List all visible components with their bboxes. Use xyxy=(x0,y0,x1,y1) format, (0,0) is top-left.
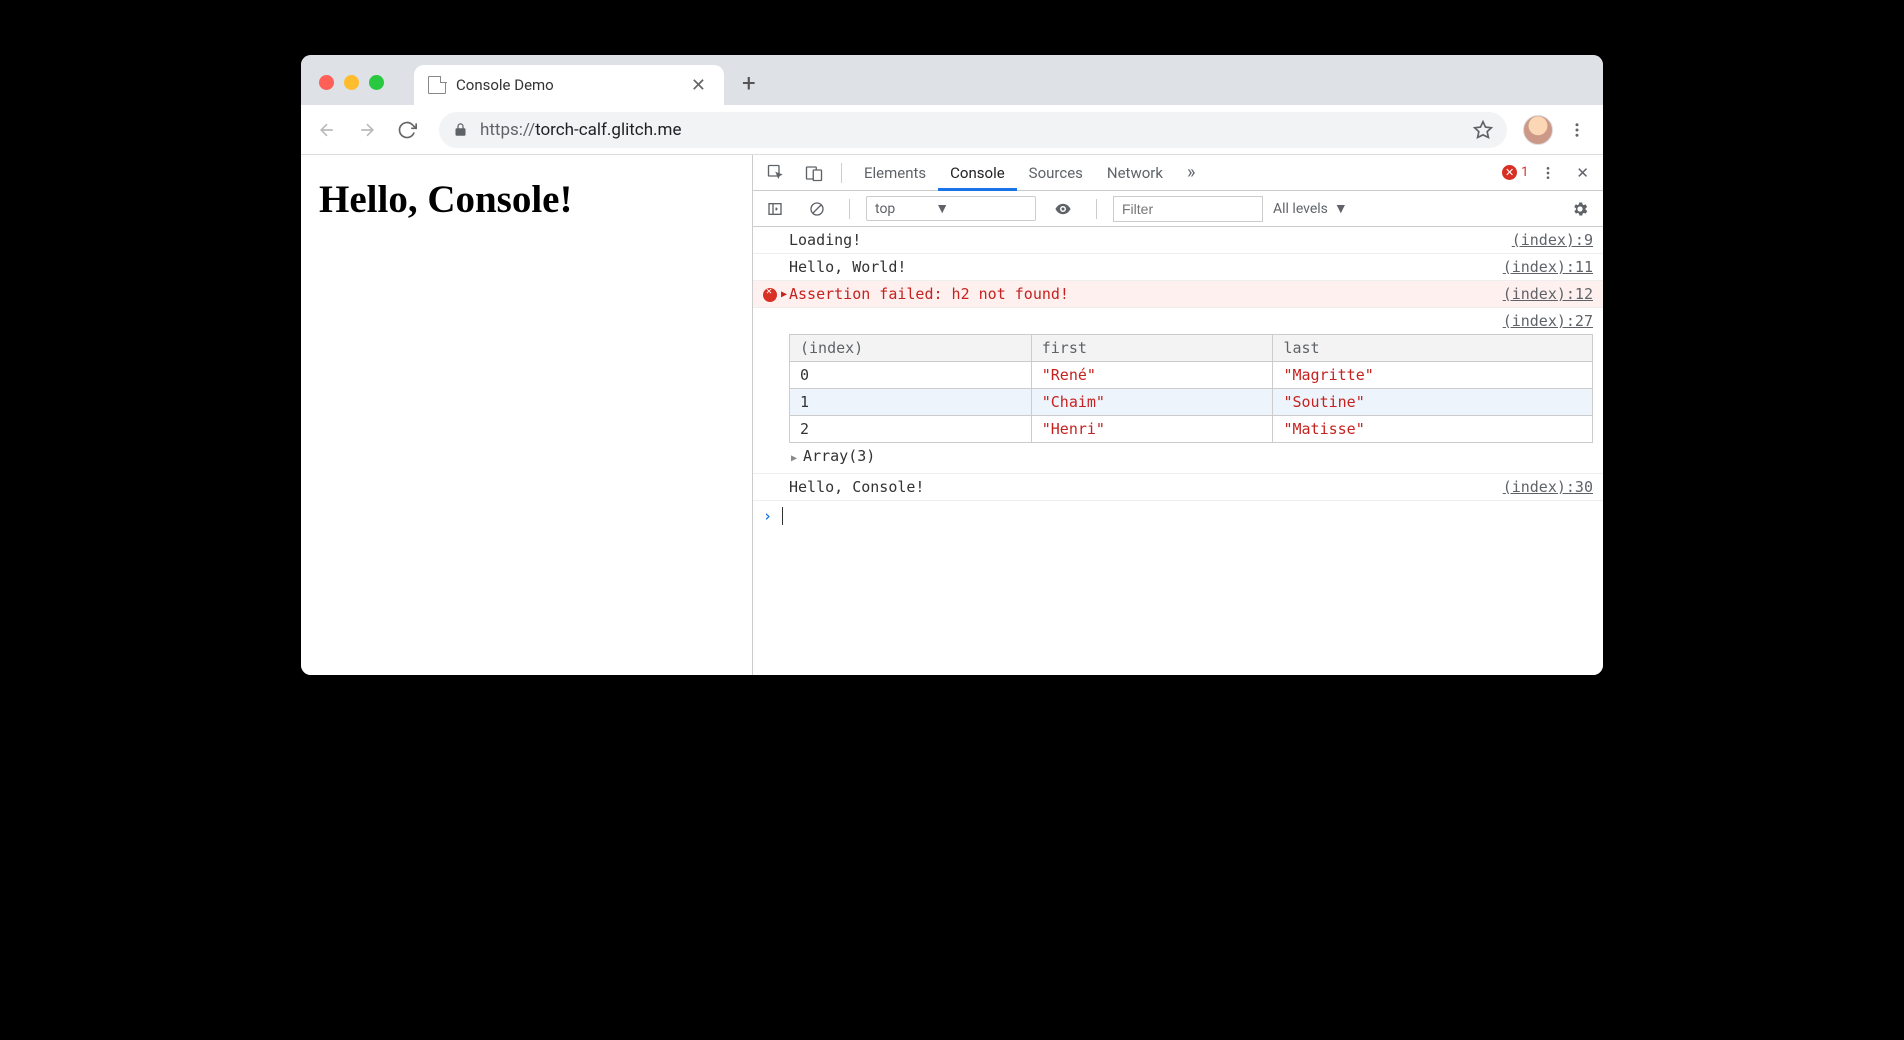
table-cell: 1 xyxy=(790,389,1032,416)
console-log-row: Loading! (index):9 xyxy=(753,227,1603,254)
console-error-row[interactable]: ▶Assertion failed: h2 not found! (index):… xyxy=(753,281,1603,308)
address-bar[interactable]: https://torch-calf.glitch.me xyxy=(439,112,1507,148)
table-cell: "Matisse" xyxy=(1273,416,1593,443)
device-toolbar-button[interactable] xyxy=(797,158,831,188)
chevron-down-icon: ▼ xyxy=(935,200,949,217)
table-cell: "Chaim" xyxy=(1031,389,1273,416)
forward-button[interactable] xyxy=(351,114,383,146)
tab-title: Console Demo xyxy=(456,76,677,94)
error-count-badge[interactable]: ✕ 1 xyxy=(1502,165,1528,180)
source-link[interactable]: (index):27 xyxy=(1503,312,1593,330)
back-button[interactable] xyxy=(311,114,343,146)
table-cell: "René" xyxy=(1031,362,1273,389)
console-table-row: (index):27(index)firstlast0"René""Magrit… xyxy=(753,308,1603,474)
devtools-menu-button[interactable] xyxy=(1532,159,1564,187)
filter-input[interactable] xyxy=(1113,196,1263,222)
more-tabs-button[interactable]: » xyxy=(1179,156,1203,189)
tab-bar: Console Demo ✕ + xyxy=(301,55,1603,105)
prompt-caret-icon: › xyxy=(763,507,772,525)
log-message: Hello, Console! xyxy=(789,478,924,496)
chevron-down-icon: ▼ xyxy=(1334,200,1348,217)
log-levels-selector[interactable]: All levels ▼ xyxy=(1273,200,1348,217)
new-tab-button[interactable]: + xyxy=(724,69,774,105)
close-window-button[interactable] xyxy=(319,75,334,90)
error-icon: ✕ xyxy=(1502,165,1517,180)
browser-window: Console Demo ✕ + https://torch-calf.glit… xyxy=(301,55,1603,675)
devtools-tab-bar: ElementsConsoleSourcesNetwork » ✕ 1 ✕ xyxy=(753,155,1603,191)
content-area: Hello, Console! ElementsConsoleSourcesNe… xyxy=(301,155,1603,675)
inspect-element-button[interactable] xyxy=(759,158,793,188)
console-output: Loading! (index):9 Hello, World! (index):11… xyxy=(753,227,1603,675)
close-devtools-button[interactable]: ✕ xyxy=(1568,158,1597,188)
page-content: Hello, Console! xyxy=(301,155,753,675)
minimize-window-button[interactable] xyxy=(344,75,359,90)
console-table: (index)firstlast0"René""Magritte"1"Chaim… xyxy=(789,334,1593,443)
table-cell: "Henri" xyxy=(1031,416,1273,443)
source-link[interactable]: (index):9 xyxy=(1512,231,1593,249)
live-expression-button[interactable] xyxy=(1046,194,1080,224)
profile-avatar[interactable] xyxy=(1523,115,1553,145)
clear-console-button[interactable] xyxy=(801,195,833,223)
table-row: 0"René""Magritte" xyxy=(790,362,1593,389)
page-icon xyxy=(428,76,446,94)
maximize-window-button[interactable] xyxy=(369,75,384,90)
devtools-tab-network[interactable]: Network xyxy=(1095,156,1175,190)
source-link[interactable]: (index):11 xyxy=(1503,258,1593,276)
bookmark-button[interactable] xyxy=(1473,120,1493,140)
devtools-tab-elements[interactable]: Elements xyxy=(852,156,938,190)
table-cell: "Magritte" xyxy=(1273,362,1593,389)
window-controls xyxy=(319,75,384,90)
reload-button[interactable] xyxy=(391,114,423,146)
lock-icon xyxy=(453,122,468,137)
log-message: Assertion failed: h2 not found! xyxy=(789,285,1069,303)
devtools-tab-sources[interactable]: Sources xyxy=(1017,156,1095,190)
devtools-tab-console[interactable]: Console xyxy=(938,156,1017,190)
source-link[interactable]: (index):12 xyxy=(1503,285,1593,303)
log-message: Hello, World! xyxy=(789,258,906,276)
execution-context-selector[interactable]: top ▼ xyxy=(866,196,1036,221)
url-text: https://torch-calf.glitch.me xyxy=(480,120,681,140)
expand-triangle-icon[interactable]: ▶ xyxy=(781,289,787,300)
browser-tab[interactable]: Console Demo ✕ xyxy=(414,65,724,105)
table-row: 2"Henri""Matisse" xyxy=(790,416,1593,443)
table-cell: "Soutine" xyxy=(1273,389,1593,416)
close-tab-button[interactable]: ✕ xyxy=(687,75,710,96)
table-row: 1"Chaim""Soutine" xyxy=(790,389,1593,416)
expand-triangle-icon[interactable]: ▶ xyxy=(791,453,803,464)
console-prompt[interactable]: › xyxy=(753,501,1603,531)
array-summary[interactable]: ▶ Array(3) xyxy=(789,443,1593,469)
toggle-sidebar-button[interactable] xyxy=(759,195,791,223)
table-header[interactable]: first xyxy=(1031,335,1273,362)
browser-toolbar: https://torch-calf.glitch.me xyxy=(301,105,1603,155)
console-log-row: Hello, World! (index):11 xyxy=(753,254,1603,281)
text-cursor xyxy=(782,507,783,525)
table-cell: 0 xyxy=(790,362,1032,389)
table-header[interactable]: (index) xyxy=(790,335,1032,362)
page-heading: Hello, Console! xyxy=(319,177,734,222)
devtools-panel: ElementsConsoleSourcesNetwork » ✕ 1 ✕ xyxy=(753,155,1603,675)
console-settings-button[interactable] xyxy=(1563,194,1597,224)
source-link[interactable]: (index):30 xyxy=(1503,478,1593,496)
table-header[interactable]: last xyxy=(1273,335,1593,362)
log-message: Loading! xyxy=(789,231,861,249)
console-log-row: Hello, Console! (index):30 xyxy=(753,474,1603,501)
browser-menu-button[interactable] xyxy=(1561,114,1593,146)
table-cell: 2 xyxy=(790,416,1032,443)
console-filter-bar: top ▼ All levels ▼ xyxy=(753,191,1603,227)
